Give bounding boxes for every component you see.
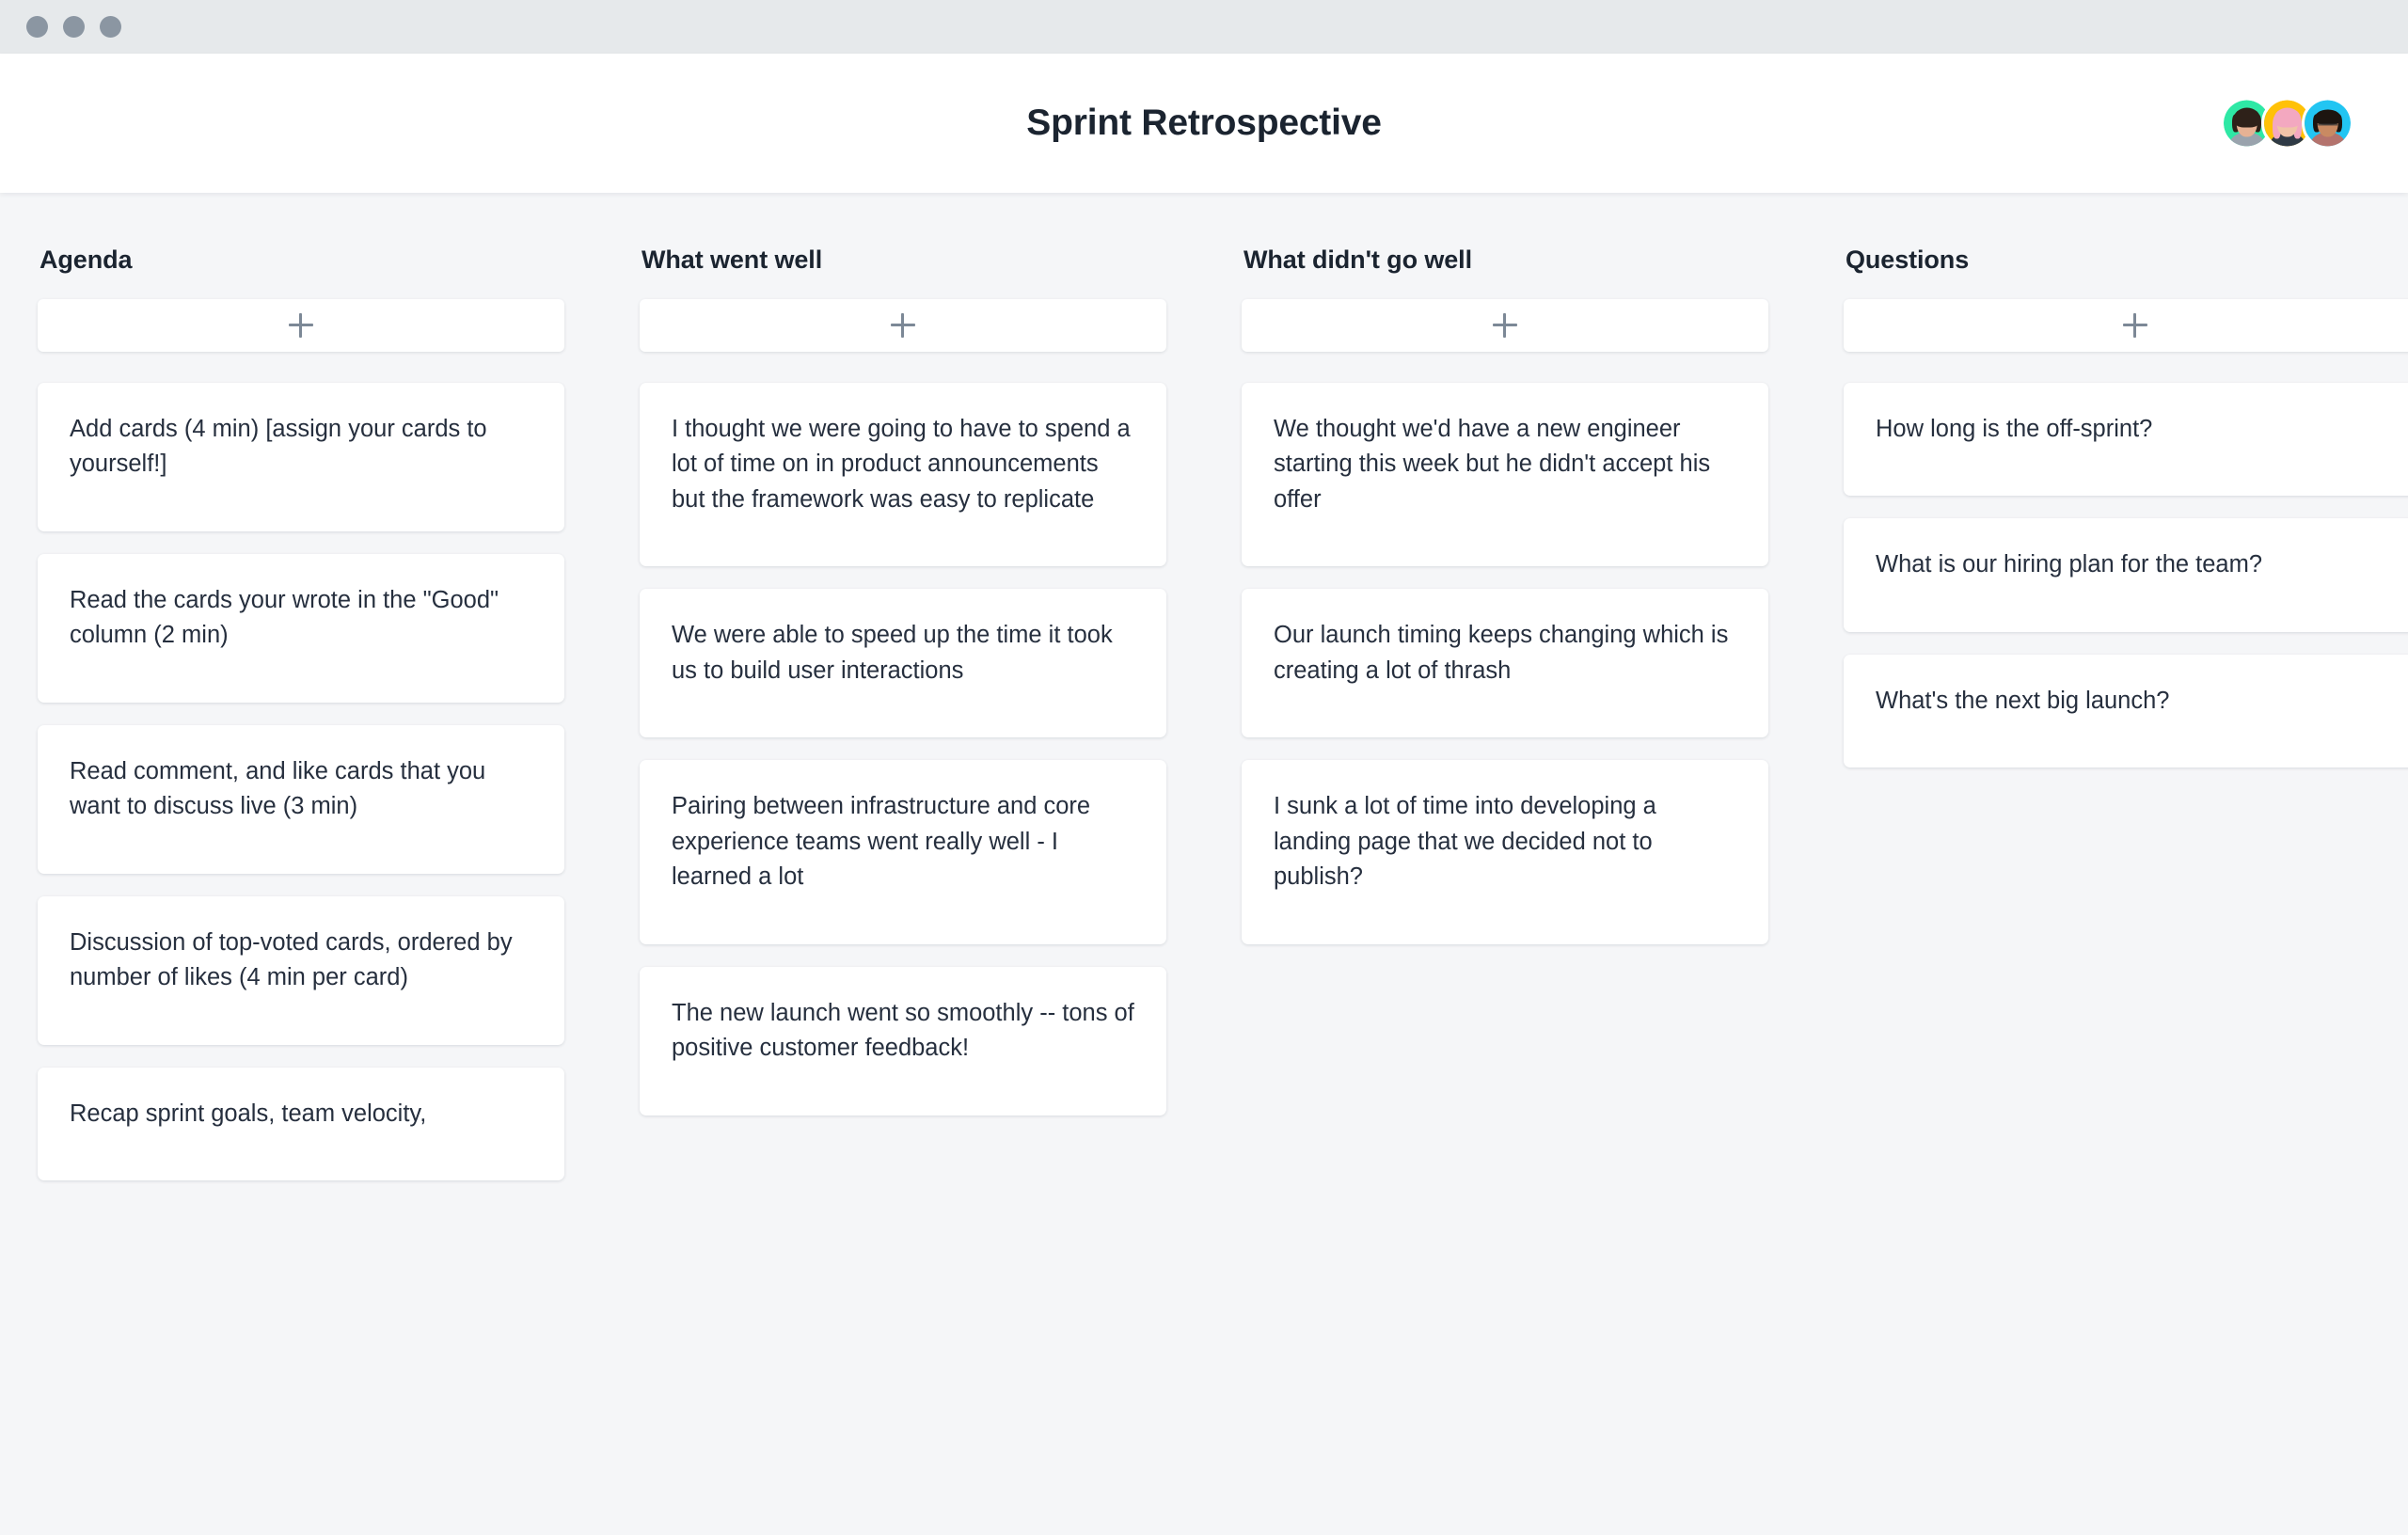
retro-card[interactable]: We thought we'd have a new engineer star… <box>1242 383 1768 567</box>
avatar-artwork <box>2305 100 2351 147</box>
retro-card[interactable]: I sunk a lot of time into developing a l… <box>1242 760 1768 944</box>
board-column-questions: Questions How long is the off-sprint? What… <box>1806 245 2408 1535</box>
card-text: Read the cards your wrote in the "Good" … <box>70 586 499 649</box>
retro-card[interactable]: Read the cards your wrote in the "Good" … <box>38 553 564 703</box>
retro-card[interactable]: Recap sprint goals, team velocity, <box>38 1067 564 1181</box>
board-members <box>2221 97 2353 150</box>
plus-icon <box>891 313 915 338</box>
card-list-questions: How long is the off-sprint? What is our h… <box>1844 383 2408 790</box>
add-card-button-agenda[interactable] <box>38 299 564 352</box>
retro-card[interactable]: I thought we were going to have to spend… <box>640 383 1166 567</box>
column-title-questions: Questions <box>1846 245 1970 274</box>
column-title-what-went-well: What went well <box>642 245 823 274</box>
window-title-bar <box>0 0 2408 54</box>
card-list-agenda: Add cards (4 min) [assign your cards to … <box>38 383 564 1203</box>
plus-icon <box>1493 313 1517 338</box>
board-column-what-went-well: What went well I thought we were going to… <box>602 245 1204 1535</box>
board-column-what-didnt-go-well: What didn't go well We thought we'd have … <box>1204 245 1806 1535</box>
maximize-dot[interactable] <box>100 16 121 38</box>
card-text: Discussion of top-voted cards, ordered b… <box>70 928 513 991</box>
retro-card[interactable]: What's the next big launch? <box>1844 654 2408 768</box>
avatar-hair <box>2273 107 2302 128</box>
retro-card[interactable]: How long is the off-sprint? <box>1844 383 2408 497</box>
card-text: I sunk a lot of time into developing a l… <box>1274 793 1656 891</box>
page-title: Sprint Retrospective <box>1026 103 1382 143</box>
card-text: What is our hiring plan for the team? <box>1876 551 2263 578</box>
board-column-agenda: Agenda Add cards (4 min) [assign your car… <box>0 245 602 1535</box>
avatar-glasses <box>2317 123 2338 127</box>
card-list-what-didnt-go-well: We thought we'd have a new engineer star… <box>1242 383 1768 967</box>
column-title-agenda: Agenda <box>40 245 133 274</box>
retro-board: Agenda Add cards (4 min) [assign your car… <box>0 193 2408 1535</box>
card-text: Read comment, and like cards that you wa… <box>70 757 486 820</box>
retro-card[interactable]: Discussion of top-voted cards, ordered b… <box>38 895 564 1045</box>
card-text: Recap sprint goals, team velocity, <box>70 1100 427 1127</box>
card-list-what-went-well: I thought we were going to have to spend… <box>640 383 1166 1138</box>
add-card-button-what-didnt-go-well[interactable] <box>1242 299 1768 352</box>
card-text: We thought we'd have a new engineer star… <box>1274 416 1711 513</box>
app-header: Sprint Retrospective <box>0 54 2408 193</box>
retro-card[interactable]: We were able to speed up the time it too… <box>640 589 1166 738</box>
minimize-dot[interactable] <box>63 16 85 38</box>
card-text: Add cards (4 min) [assign your cards to … <box>70 416 487 478</box>
retro-card[interactable]: Our launch timing keeps changing which i… <box>1242 589 1768 738</box>
card-text: The new launch went so smoothly -- tons … <box>672 999 1134 1062</box>
member-avatar-cyan[interactable] <box>2302 97 2353 150</box>
card-text: How long is the off-sprint? <box>1876 416 2153 442</box>
avatar-hair <box>2232 107 2261 128</box>
card-text: I thought we were going to have to spend… <box>672 416 1131 513</box>
retro-card[interactable]: Pairing between infrastructure and core … <box>640 760 1166 944</box>
plus-icon <box>289 313 313 338</box>
board-columns: Agenda Add cards (4 min) [assign your car… <box>0 245 2408 1535</box>
retro-card[interactable]: What is our hiring plan for the team? <box>1844 518 2408 632</box>
retro-card[interactable]: Add cards (4 min) [assign your cards to … <box>38 383 564 531</box>
card-text: What's the next big launch? <box>1876 687 2170 714</box>
add-card-button-questions[interactable] <box>1844 299 2408 352</box>
retro-card[interactable]: Read comment, and like cards that you wa… <box>38 724 564 874</box>
retro-card[interactable]: The new launch went so smoothly -- tons … <box>640 966 1166 1116</box>
close-dot[interactable] <box>26 16 48 38</box>
column-title-what-didnt-go-well: What didn't go well <box>1244 245 1472 274</box>
card-text: We were able to speed up the time it too… <box>672 622 1113 684</box>
plus-icon <box>2123 313 2147 338</box>
card-text: Our launch timing keeps changing which i… <box>1274 622 1729 684</box>
card-text: Pairing between infrastructure and core … <box>672 793 1091 891</box>
add-card-button-what-went-well[interactable] <box>640 299 1166 352</box>
